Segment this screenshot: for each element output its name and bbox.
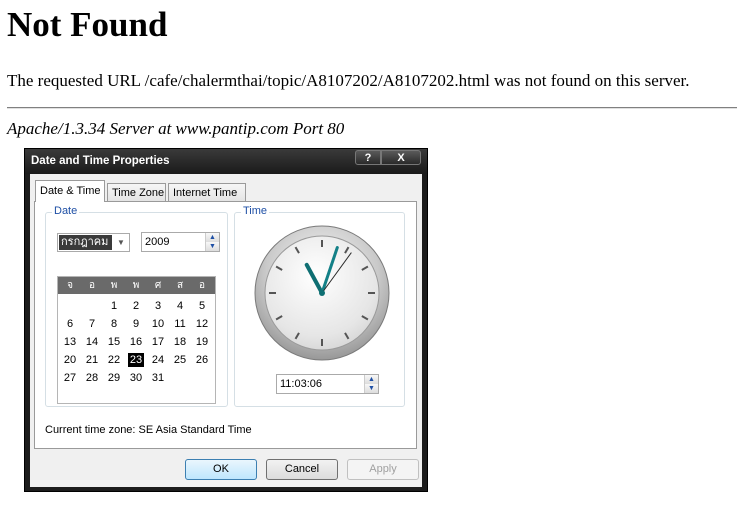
calendar-day[interactable]: 3	[150, 299, 166, 313]
error-message: The requested URL /cafe/chalermthai/topi…	[7, 71, 690, 90]
calendar-day[interactable]: 28	[84, 371, 100, 385]
weekday-header: อ	[88, 280, 95, 291]
calendar-day[interactable]: 10	[150, 317, 166, 331]
current-time-zone: Current time zone: SE Asia Standard Time	[45, 424, 252, 436]
month-select-value: กรกฎาคม	[59, 235, 112, 250]
year-down-icon[interactable]: ▼	[205, 242, 219, 251]
calendar-day[interactable]: 29	[106, 371, 122, 385]
calendar-day[interactable]: 5	[194, 299, 210, 313]
calendar-day[interactable]: 6	[62, 317, 78, 331]
calendar-day[interactable]: 13	[62, 335, 78, 349]
calendar-day[interactable]: 20	[62, 353, 78, 367]
time-up-icon[interactable]: ▲	[364, 375, 378, 384]
time-group: Time 11:03:06 ▲ ▼	[234, 205, 405, 407]
time-down-icon[interactable]: ▼	[364, 384, 378, 393]
calendar-day[interactable]: 2	[128, 299, 144, 313]
close-button[interactable]: X	[381, 150, 421, 165]
calendar-day[interactable]: 18	[172, 335, 188, 349]
server-address: Apache/1.3.34 Server at www.pantip.com P…	[7, 119, 345, 138]
date-time-dialog: Date and Time Properties ? X Date & Time…	[24, 148, 428, 492]
calendar-day[interactable]: 21	[84, 353, 100, 367]
dialog-titlebar[interactable]: Date and Time Properties ? X	[25, 149, 427, 174]
calendar-day[interactable]: 17	[150, 335, 166, 349]
tab-page-date-time: Date กรกฎาคม ▼ 2009 ▲ ▼ จอพพศสอ 12345678…	[34, 201, 417, 449]
year-spinner[interactable]: 2009 ▲ ▼	[141, 232, 220, 252]
calendar-day[interactable]: 14	[84, 335, 100, 349]
date-group: Date กรกฎาคม ▼ 2009 ▲ ▼ จอพพศสอ 12345678…	[45, 205, 228, 407]
year-up-icon[interactable]: ▲	[205, 233, 219, 242]
ok-button[interactable]: OK	[185, 459, 257, 480]
horizontal-rule	[7, 107, 737, 109]
calendar-day-selected[interactable]: 23	[128, 353, 144, 367]
time-value: 11:03:06	[280, 378, 323, 390]
cancel-button[interactable]: Cancel	[266, 459, 338, 480]
month-calendar[interactable]: จอพพศสอ 1 2 3 4 5 6 7 8 9 10 11 12 13 14 15 16 17 18 19 20 2…	[57, 276, 216, 404]
calendar-day[interactable]: 31	[150, 371, 166, 385]
calendar-day[interactable]: 1	[106, 299, 122, 313]
dialog-title: Date and Time Properties	[31, 155, 170, 167]
analog-clock	[254, 225, 390, 361]
calendar-day[interactable]: 25	[172, 353, 188, 367]
calendar-day[interactable]: 11	[172, 317, 188, 331]
calendar-day[interactable]: 22	[106, 353, 122, 367]
apply-button[interactable]: Apply	[347, 459, 419, 480]
weekday-header: จ	[67, 280, 73, 291]
help-button[interactable]: ?	[355, 150, 381, 165]
time-spinner[interactable]: 11:03:06 ▲ ▼	[276, 374, 379, 394]
year-value: 2009	[145, 236, 170, 248]
page-heading: Not Found	[7, 5, 168, 44]
calendar-day[interactable]: 4	[172, 299, 188, 313]
weekday-header: พ	[110, 280, 118, 291]
chevron-down-icon[interactable]: ▼	[113, 234, 129, 251]
weekday-header: ส	[176, 280, 184, 291]
dialog-client-area: Date & Time Time Zone Internet Time Date…	[30, 174, 422, 487]
time-group-label: Time	[241, 205, 270, 217]
calendar-day[interactable]: 12	[194, 317, 210, 331]
calendar-day[interactable]: 26	[194, 353, 210, 367]
calendar-day[interactable]: 24	[150, 353, 166, 367]
weekday-header: พ	[132, 280, 140, 291]
weekday-header-row: จอพพศสอ	[58, 277, 215, 294]
clock-center	[319, 290, 325, 296]
weekday-header: ศ	[154, 280, 162, 291]
calendar-day[interactable]: 19	[194, 335, 210, 349]
month-select[interactable]: กรกฎาคม ▼	[57, 233, 130, 252]
date-group-label: Date	[52, 205, 80, 217]
calendar-day[interactable]: 27	[62, 371, 78, 385]
calendar-day[interactable]: 7	[84, 317, 100, 331]
calendar-day[interactable]: 9	[128, 317, 144, 331]
tab-internet-time[interactable]: Internet Time	[168, 183, 246, 201]
calendar-day[interactable]: 30	[128, 371, 144, 385]
calendar-day[interactable]: 15	[106, 335, 122, 349]
weekday-header: อ	[198, 280, 205, 291]
calendar-day[interactable]: 16	[128, 335, 144, 349]
tab-time-zone[interactable]: Time Zone	[107, 183, 166, 201]
tab-date-time[interactable]: Date & Time	[35, 180, 105, 202]
calendar-day[interactable]: 8	[106, 317, 122, 331]
